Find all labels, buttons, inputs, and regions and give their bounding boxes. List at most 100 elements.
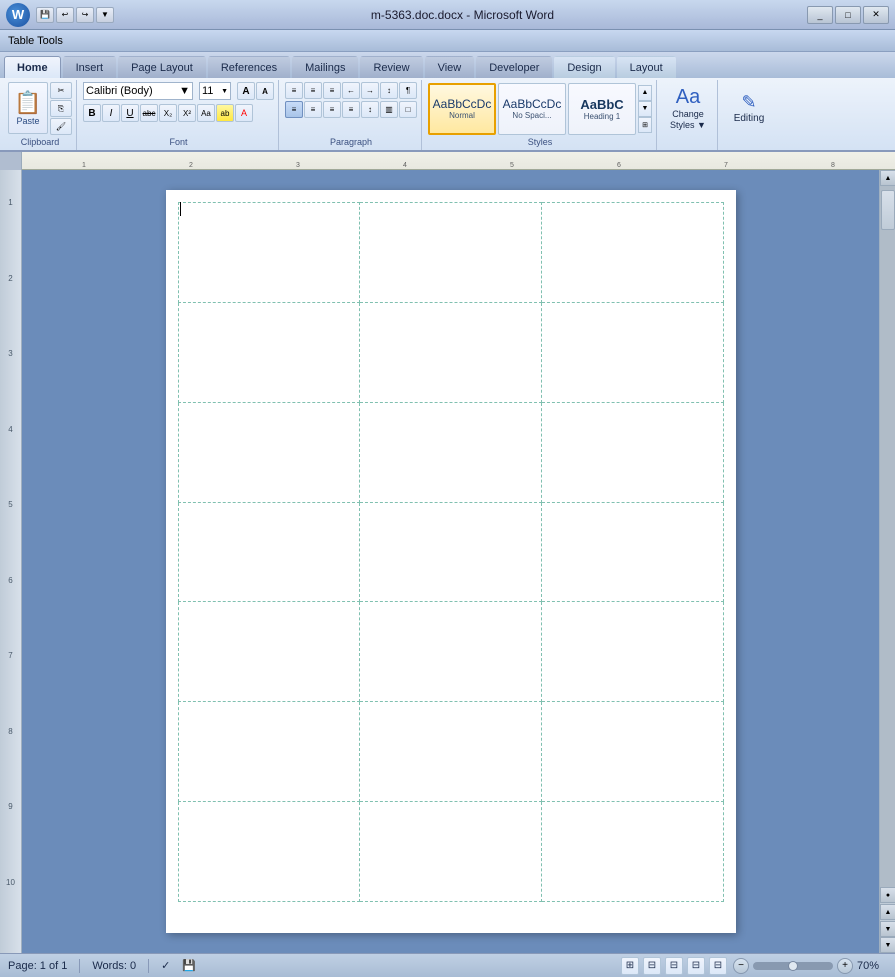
scroll-up-button[interactable]: ▲ — [880, 170, 895, 186]
multilevel-list-button[interactable]: ≡ — [323, 82, 341, 99]
table-cell[interactable] — [541, 502, 723, 602]
align-center-button[interactable]: ≡ — [304, 101, 322, 118]
view-draft[interactable]: ⊟ — [709, 957, 727, 975]
style-heading1[interactable]: AaBbC Heading 1 — [568, 83, 636, 135]
font-shrink-button[interactable]: A — [256, 82, 274, 100]
view-print-layout[interactable]: ⊞ — [621, 957, 639, 975]
italic-button[interactable]: I — [102, 104, 120, 122]
style-normal[interactable]: AaBbCcDc Normal — [428, 83, 496, 135]
table-cell[interactable] — [360, 402, 542, 502]
tab-developer[interactable]: Developer — [476, 56, 552, 78]
styles-expand[interactable]: ⊞ — [638, 117, 652, 133]
table-cell[interactable] — [541, 402, 723, 502]
styles-scroll-down[interactable]: ▼ — [638, 101, 652, 117]
table-cell[interactable] — [360, 802, 542, 902]
scroll-next-page[interactable]: ▼ — [880, 921, 895, 937]
tab-design[interactable]: Design — [554, 56, 614, 78]
tab-review[interactable]: Review — [360, 56, 422, 78]
shading-button[interactable]: ▥ — [380, 101, 398, 118]
scroll-down-button[interactable]: ▼ — [880, 937, 895, 953]
table-cell[interactable] — [178, 502, 360, 602]
scroll-track[interactable] — [880, 186, 895, 887]
copy-button[interactable]: ⎘ — [50, 100, 72, 117]
document-table[interactable] — [178, 202, 724, 902]
change-case-button[interactable]: Aa — [197, 104, 215, 122]
table-cell[interactable] — [360, 302, 542, 402]
undo-button[interactable]: ↩ — [56, 7, 74, 23]
tab-view[interactable]: View — [425, 56, 475, 78]
increase-indent-button[interactable]: → — [361, 82, 379, 99]
proofing-icon: ✓ — [161, 959, 170, 972]
format-painter-button[interactable]: 🖌 — [50, 118, 72, 135]
sort-button[interactable]: ↕ — [380, 82, 398, 99]
save-button[interactable]: 💾 — [36, 7, 54, 23]
document-page[interactable] — [166, 190, 736, 933]
show-hide-button[interactable]: ¶ — [399, 82, 417, 99]
paste-button[interactable]: 📋 Paste — [8, 82, 48, 134]
table-cell[interactable] — [360, 203, 542, 303]
align-right-button[interactable]: ≡ — [323, 101, 341, 118]
table-cell[interactable] — [178, 203, 360, 303]
bold-button[interactable]: B — [83, 104, 101, 122]
editing-button[interactable]: ✎ Editing — [724, 82, 774, 134]
strikethrough-button[interactable]: abc — [140, 104, 158, 122]
table-cell[interactable] — [178, 402, 360, 502]
tab-references[interactable]: References — [208, 56, 290, 78]
minimize-button[interactable]: _ — [807, 6, 833, 24]
decrease-indent-button[interactable]: ← — [342, 82, 360, 99]
zoom-level[interactable]: 70% — [857, 960, 887, 972]
styles-scroll-up[interactable]: ▲ — [638, 85, 652, 101]
tab-layout[interactable]: Layout — [617, 56, 676, 78]
close-button[interactable]: ✕ — [863, 6, 889, 24]
table-cell[interactable] — [541, 802, 723, 902]
table-cell[interactable] — [541, 602, 723, 702]
customize-button[interactable]: ▼ — [96, 7, 114, 23]
style-no-spacing[interactable]: AaBbCcDc No Spaci... — [498, 83, 566, 135]
table-cell[interactable] — [178, 302, 360, 402]
numbered-list-button[interactable]: ≡ — [304, 82, 322, 99]
font-color-button[interactable]: A — [235, 104, 253, 122]
font-size-selector[interactable]: 11 ▼ — [199, 82, 231, 100]
font-name-selector[interactable]: Calibri (Body) ▼ — [83, 82, 193, 100]
tab-insert[interactable]: Insert — [63, 56, 117, 78]
line-spacing-button[interactable]: ↕ — [361, 101, 379, 118]
bullet-list-button[interactable]: ≡ — [285, 82, 303, 99]
table-cell[interactable] — [178, 702, 360, 802]
table-cell[interactable] — [541, 702, 723, 802]
subscript-button[interactable]: X₂ — [159, 104, 177, 122]
tab-home[interactable]: Home — [4, 56, 61, 78]
font-grow-button[interactable]: A — [237, 82, 255, 100]
scroll-thumb[interactable] — [881, 190, 895, 230]
table-cell[interactable] — [178, 602, 360, 702]
superscript-button[interactable]: X² — [178, 104, 196, 122]
scroll-prev-page[interactable]: ▲ — [880, 904, 895, 920]
table-cell[interactable] — [360, 702, 542, 802]
table-cell[interactable] — [360, 502, 542, 602]
redo-button[interactable]: ↪ — [76, 7, 94, 23]
table-tools-bar: Table Tools — [0, 30, 895, 52]
cut-button[interactable]: ✂ — [50, 82, 72, 99]
tab-mailings[interactable]: Mailings — [292, 56, 358, 78]
change-styles-button[interactable]: Aa ChangeStyles ▼ — [663, 82, 713, 134]
highlight-button[interactable]: ab — [216, 104, 234, 122]
scroll-select-browse-object[interactable]: ● — [880, 887, 895, 903]
justify-button[interactable]: ≡ — [342, 101, 360, 118]
document-area[interactable] — [22, 170, 879, 953]
zoom-slider[interactable] — [753, 962, 833, 970]
underline-button[interactable]: U — [121, 104, 139, 122]
proofing-status[interactable]: ✓ — [161, 959, 170, 972]
view-outline[interactable]: ⊟ — [687, 957, 705, 975]
table-cell[interactable] — [178, 802, 360, 902]
tab-page-layout[interactable]: Page Layout — [118, 56, 206, 78]
view-full-screen[interactable]: ⊟ — [643, 957, 661, 975]
table-cell[interactable] — [541, 203, 723, 303]
borders-button[interactable]: □ — [399, 101, 417, 118]
table-cell[interactable] — [360, 602, 542, 702]
view-web[interactable]: ⊟ — [665, 957, 683, 975]
align-left-button[interactable]: ≡ — [285, 101, 303, 118]
zoom-out-button[interactable]: − — [733, 958, 749, 974]
maximize-button[interactable]: □ — [835, 6, 861, 24]
zoom-in-button[interactable]: + — [837, 958, 853, 974]
table-cell[interactable] — [541, 302, 723, 402]
zoom-slider-thumb[interactable] — [788, 961, 798, 971]
